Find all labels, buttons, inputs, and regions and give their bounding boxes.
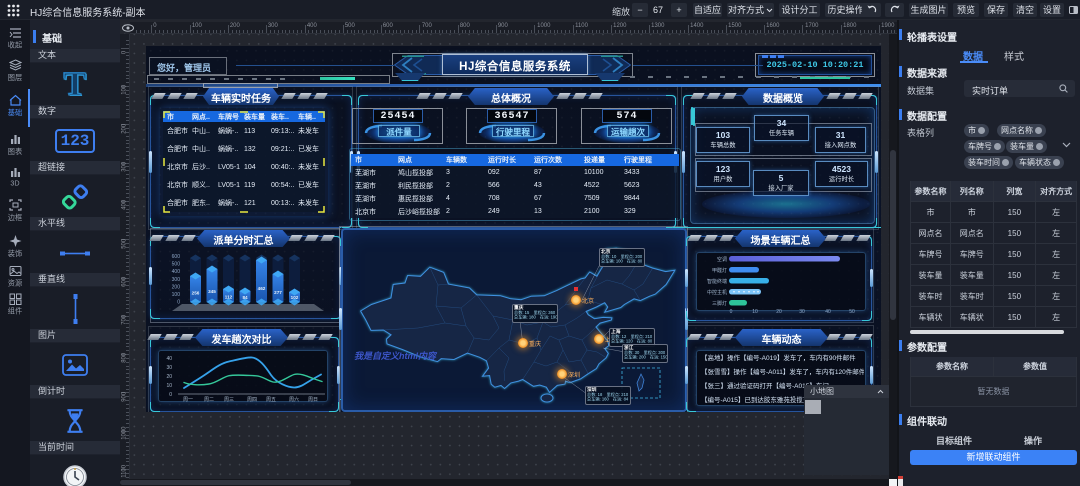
svg-text:空调: 空调 <box>717 256 727 263</box>
svg-text:0: 0 <box>169 392 172 398</box>
svg-text:周六: 周六 <box>289 396 299 402</box>
svg-text:40: 40 <box>166 356 172 362</box>
svg-text:周四: 周四 <box>247 397 257 402</box>
svg-text:20: 20 <box>776 309 782 314</box>
svg-text:周三: 周三 <box>224 397 234 402</box>
svg-text:50: 50 <box>849 309 855 314</box>
svg-text:10: 10 <box>752 309 758 314</box>
svg-text:三脚灯: 三脚灯 <box>712 300 727 307</box>
svg-text:甲醛灯: 甲醛灯 <box>712 267 727 274</box>
svg-text:中控主机: 中控主机 <box>707 289 727 296</box>
svg-text:周二: 周二 <box>204 397 214 402</box>
svg-text:400: 400 <box>172 269 181 275</box>
svg-text:20: 20 <box>166 374 172 380</box>
svg-text:200: 200 <box>172 284 181 290</box>
svg-text:0: 0 <box>177 300 180 306</box>
svg-text:0: 0 <box>730 309 733 314</box>
svg-text:40: 40 <box>825 309 831 314</box>
svg-text:345: 345 <box>208 289 216 294</box>
svg-text:100: 100 <box>172 292 181 298</box>
svg-text:10: 10 <box>166 383 172 389</box>
svg-text:500: 500 <box>172 262 181 268</box>
svg-text:112: 112 <box>225 294 233 299</box>
svg-text:256: 256 <box>192 291 200 296</box>
svg-text:600: 600 <box>172 254 181 260</box>
svg-text:300: 300 <box>172 277 181 283</box>
svg-text:84: 84 <box>242 295 248 300</box>
svg-text:462: 462 <box>258 286 266 291</box>
svg-text:30: 30 <box>799 309 805 314</box>
svg-text:277: 277 <box>274 290 282 295</box>
svg-text:智能终端: 智能终端 <box>707 278 727 285</box>
svg-text:周日: 周日 <box>308 397 318 402</box>
svg-text:30: 30 <box>166 365 172 371</box>
svg-text:周一: 周一 <box>183 397 193 402</box>
svg-text:102: 102 <box>291 295 299 300</box>
svg-text:周五: 周五 <box>266 397 276 402</box>
